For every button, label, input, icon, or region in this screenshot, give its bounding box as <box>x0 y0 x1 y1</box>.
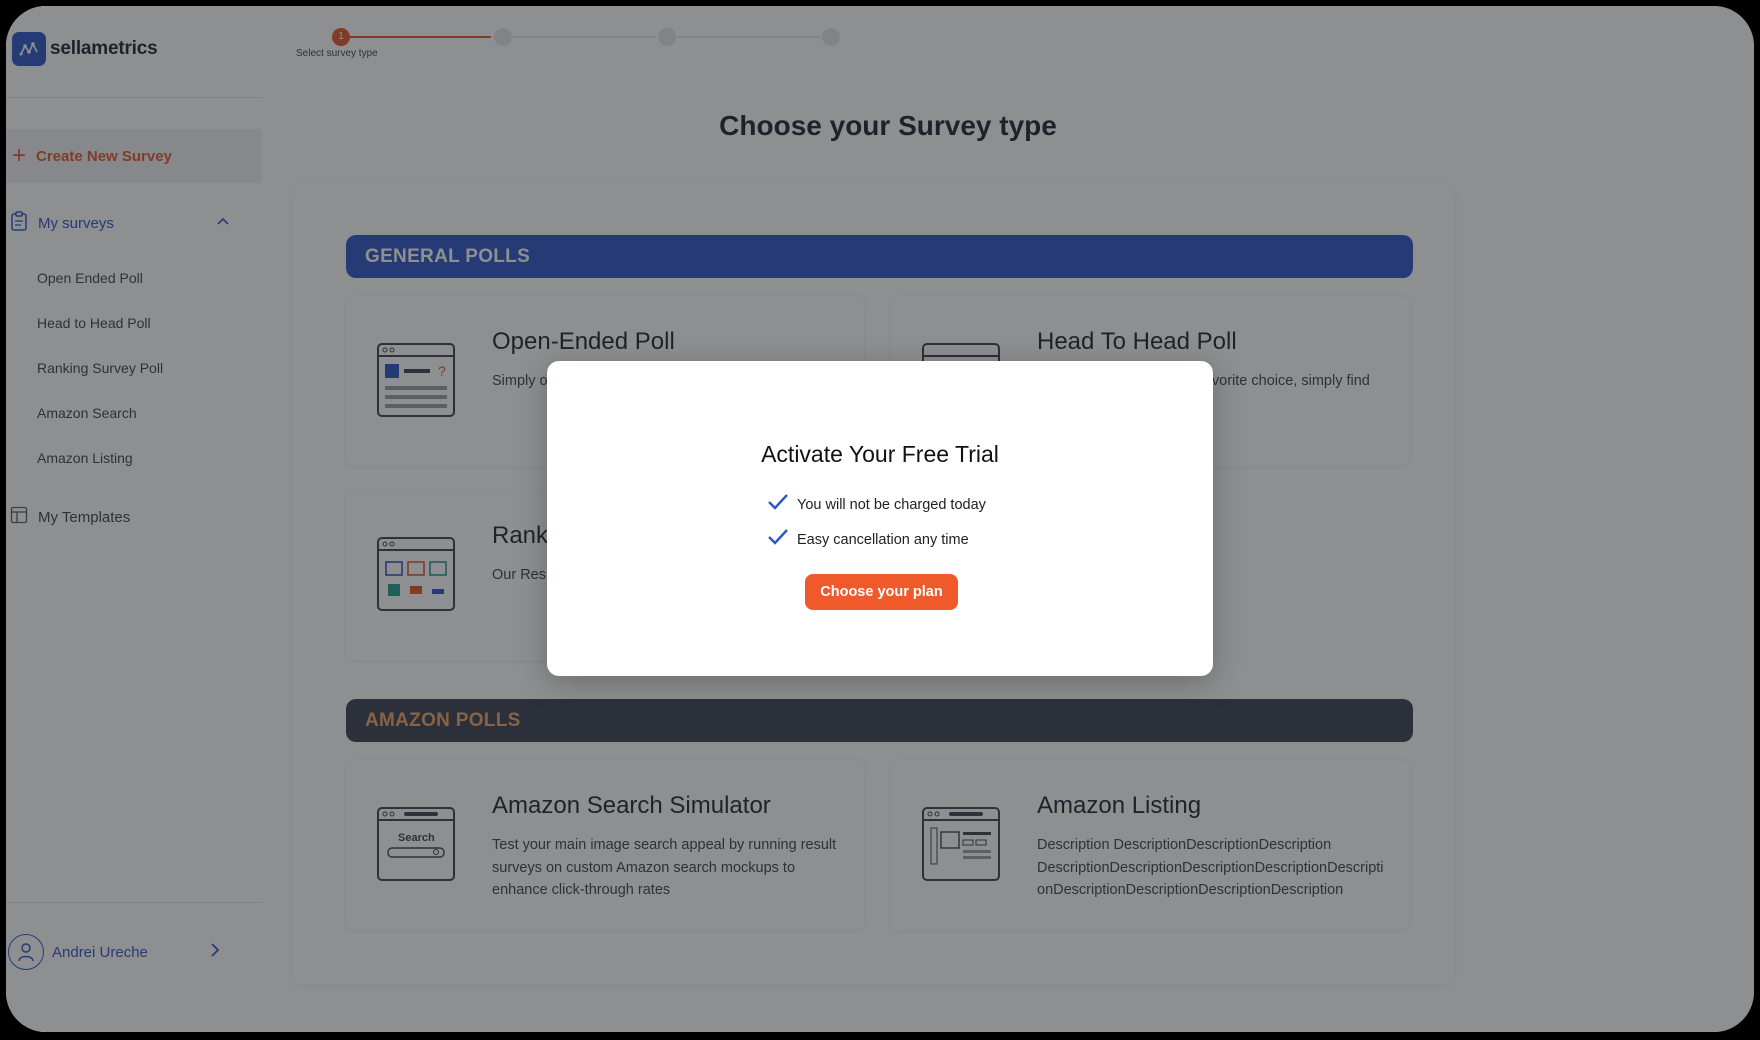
benefit-text: You will not be charged today <box>797 496 986 513</box>
benefit-text: Easy cancellation any time <box>797 531 969 548</box>
free-trial-modal: Activate Your Free Trial You will not be… <box>547 361 1213 676</box>
benefit-item: You will not be charged today <box>767 493 986 516</box>
check-icon <box>767 493 789 516</box>
check-icon <box>767 528 789 551</box>
choose-your-plan-button[interactable]: Choose your plan <box>805 574 958 610</box>
app-window: sellametrics + Create New Survey My surv… <box>6 6 1754 1032</box>
benefit-item: Easy cancellation any time <box>767 528 969 551</box>
modal-title: Activate Your Free Trial <box>761 441 999 467</box>
